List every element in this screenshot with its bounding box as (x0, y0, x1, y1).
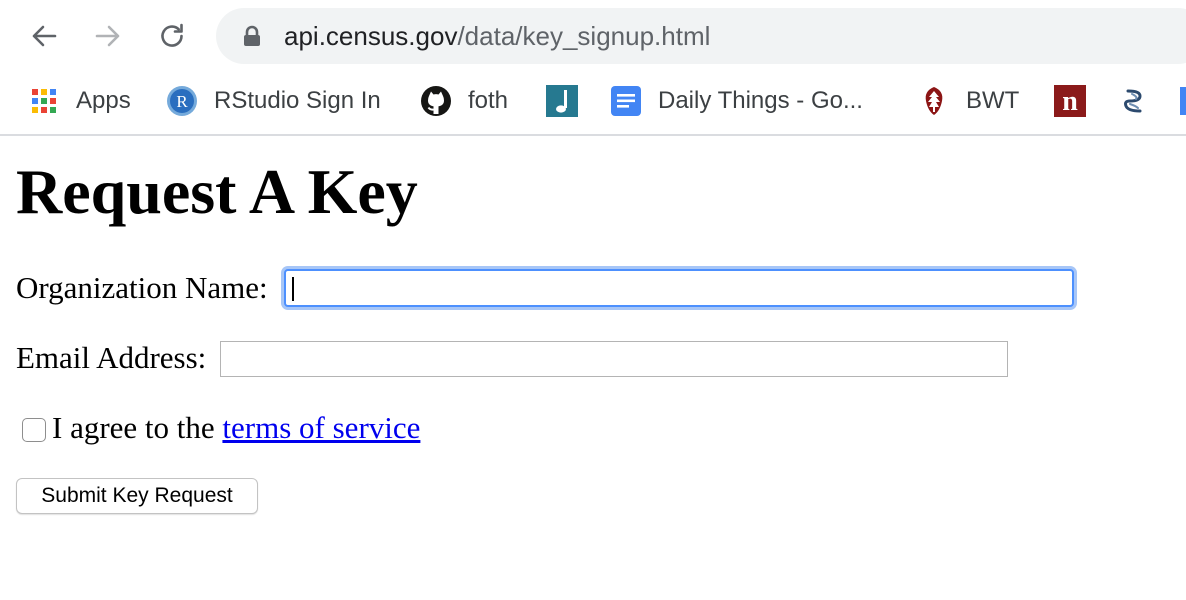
arrow-left-icon (32, 25, 57, 47)
stanford-tree-icon (918, 85, 950, 117)
address-bar[interactable]: api.census.gov/data/key_signup.html (216, 8, 1186, 64)
bookmark-n[interactable]: n (1054, 84, 1086, 118)
squiggle-icon (1118, 85, 1150, 117)
bookmark-label: RStudio Sign In (214, 87, 381, 114)
reload-button[interactable] (154, 18, 190, 54)
page-content: Request A Key Organization Name: Email A… (0, 138, 1186, 600)
r-logo-icon: R (166, 85, 198, 117)
forward-button[interactable] (90, 18, 126, 54)
google-docs-icon (610, 85, 642, 117)
bookmark-squiggle[interactable] (1118, 84, 1150, 118)
bookmark-rstudio[interactable]: R RStudio Sign In (166, 84, 381, 118)
bookmark-daily-things[interactable]: Daily Things - Go... (610, 84, 863, 118)
agree-prefix: I agree to the (52, 410, 223, 445)
svg-text:R: R (176, 92, 188, 111)
bookmark-partial[interactable] (1180, 84, 1186, 118)
arrow-right-icon (95, 25, 120, 47)
bookmark-music[interactable] (546, 84, 578, 118)
email-address-input[interactable] (220, 341, 1008, 377)
apps-grid-icon (28, 85, 60, 117)
back-button[interactable] (26, 18, 62, 54)
organization-name-input[interactable] (284, 269, 1074, 307)
terms-of-service-link[interactable]: terms of service (222, 410, 420, 445)
bookmark-label: foth (468, 87, 509, 114)
bookmarks-bar: Apps R RStudio Sign In foth Daily Things… (0, 72, 1186, 136)
submit-key-request-button[interactable]: Submit Key Request (16, 478, 258, 514)
bookmark-apps[interactable]: Apps (28, 84, 131, 118)
browser-toolbar: api.census.gov/data/key_signup.html (0, 0, 1186, 72)
organization-name-label: Organization Name: (16, 270, 268, 305)
email-address-label: Email Address: (16, 340, 207, 375)
bookmark-label: Apps (76, 87, 131, 114)
url-text: api.census.gov/data/key_signup.html (284, 21, 710, 51)
bookmark-label: Daily Things - Go... (658, 87, 863, 114)
bookmark-foth[interactable]: foth (420, 84, 508, 118)
text-caret (292, 277, 294, 301)
music-note-icon (546, 85, 578, 117)
svg-text:n: n (1062, 86, 1078, 117)
reload-icon (161, 23, 183, 47)
lock-icon (244, 25, 260, 46)
agree-checkbox[interactable] (22, 418, 46, 442)
bookmark-label: BWT (966, 87, 1020, 114)
n-logo-icon: n (1054, 85, 1086, 117)
page-title: Request A Key (16, 156, 418, 227)
bookmark-bwt[interactable]: BWT (918, 84, 1019, 118)
bookmark-edge-icon (1180, 85, 1186, 117)
github-icon (420, 85, 452, 117)
url-host: api.census.gov (284, 21, 458, 51)
url-path: /data/key_signup.html (457, 21, 711, 51)
agree-text: I agree to the terms of service (52, 410, 420, 446)
